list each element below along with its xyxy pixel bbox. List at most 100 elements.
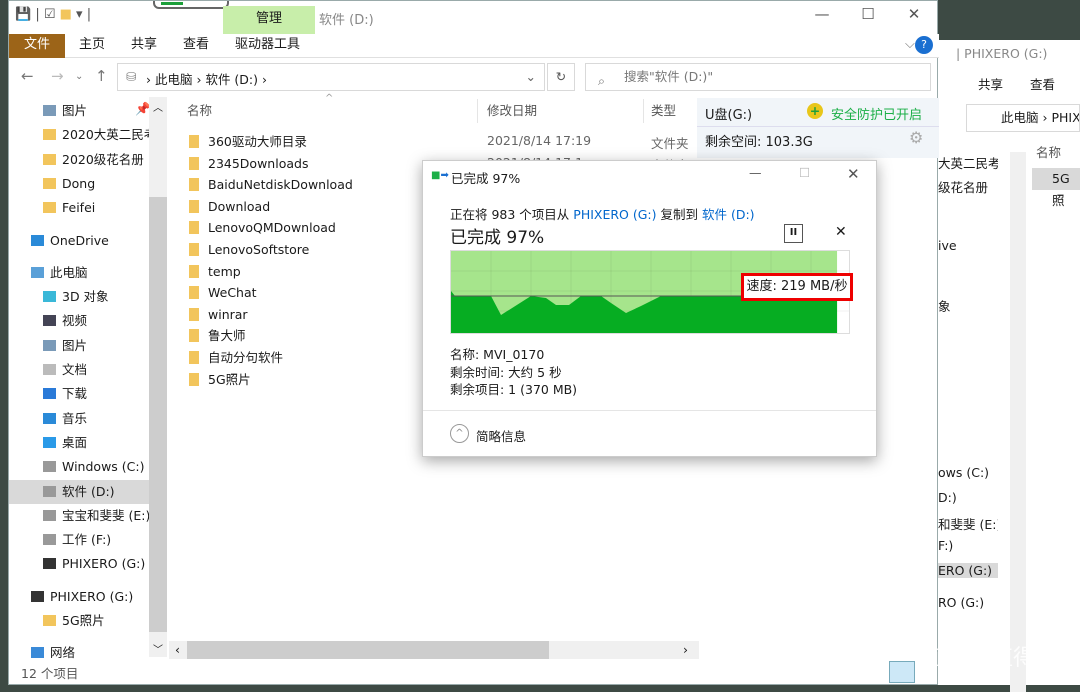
nav-scrollbar[interactable]: ︿ ﹀ — [149, 97, 167, 657]
bg-crumb: 此电脑 — [1001, 110, 1039, 125]
protection-status[interactable]: 安全防护已开启 — [831, 104, 922, 123]
horizontal-scrollbar[interactable]: ‹ › — [169, 641, 699, 659]
fewer-details-button[interactable]: 简略信息 — [476, 426, 526, 445]
bg-sidebar-item[interactable]: ows (C:) — [938, 465, 998, 480]
sidebar-item[interactable]: 视频 — [9, 309, 149, 333]
sidebar-item[interactable]: Dong — [9, 172, 149, 196]
file-name: 360驱动大师目录 — [208, 134, 307, 149]
close-button[interactable]: ✕ — [891, 5, 937, 27]
forward-button[interactable]: → — [51, 67, 64, 85]
quick-access-toolbar[interactable]: 💾 | ☑ ■ ▾ | — [15, 7, 91, 22]
address-bar[interactable]: ⛁ › 此电脑 › 软件 (D:) › ⌄ — [117, 63, 545, 91]
file-row[interactable]: 鲁大师 — [189, 325, 246, 347]
file-row[interactable]: temp — [189, 261, 241, 283]
search-input[interactable]: ⌕ 搜索"软件 (D:)" — [585, 63, 931, 91]
tab-share[interactable]: 共享 — [121, 34, 167, 58]
file-name: LenovoQMDownload — [208, 220, 336, 236]
gear-icon[interactable]: ⚙ — [909, 128, 923, 147]
sidebar-item[interactable]: 2020级花名册 — [9, 148, 149, 172]
column-date[interactable]: 修改日期 — [487, 97, 537, 125]
sidebar-item[interactable]: PHIXERO (G:) — [9, 552, 149, 576]
tab-manage[interactable]: 管理 — [223, 6, 315, 34]
bg-tab-share[interactable]: 共享 — [978, 74, 1003, 93]
tab-home[interactable]: 主页 — [69, 34, 115, 58]
dialog-maximize-button[interactable]: ☐ — [799, 165, 810, 180]
file-row[interactable]: winrar — [189, 304, 248, 326]
back-button[interactable]: ← — [21, 67, 34, 85]
tab-drive-tools[interactable]: 驱动器工具 — [225, 34, 310, 58]
bg-sidebar-item[interactable]: D:) — [938, 490, 998, 505]
file-row[interactable]: 自动分句软件 — [189, 347, 283, 369]
sidebar-item[interactable]: 5G照片 — [9, 609, 149, 633]
sidebar-item[interactable]: 2020大英二民考 — [9, 123, 149, 147]
file-row[interactable]: LenovoQMDownload — [189, 217, 336, 239]
bg-col-name[interactable]: 名称 — [1036, 142, 1061, 161]
pause-button[interactable]: II — [784, 224, 803, 243]
background-explorer-window[interactable]: | PHIXERO (G:) 共享 查看 此电脑 › PHIX 名称 5G照 大… — [938, 40, 1080, 692]
file-row[interactable]: 2345Downloads — [189, 153, 308, 175]
minimize-button[interactable]: — — [799, 5, 845, 27]
window-title: 软件 (D:) — [319, 13, 374, 28]
bg-sidebar-item[interactable]: ERO (G:) — [938, 563, 998, 578]
sidebar-item[interactable]: 宝宝和斐斐 (E:) — [9, 504, 149, 528]
sidebar-item[interactable]: PHIXERO (G:) — [9, 585, 149, 609]
column-name[interactable]: 名称 — [187, 97, 212, 125]
file-row[interactable]: 360驱动大师目录 — [189, 131, 307, 153]
bg-crumb: PHIX — [1051, 110, 1080, 125]
details-view-icon[interactable] — [889, 661, 915, 683]
tab-view[interactable]: 查看 — [173, 34, 219, 58]
address-dropdown-icon[interactable]: ⌄ — [526, 69, 536, 84]
bg-sidebar-item[interactable]: F:) — [938, 538, 998, 553]
source-link[interactable]: PHIXERO (G:) — [573, 207, 656, 222]
bg-address-bar[interactable]: 此电脑 › PHIX — [966, 104, 1080, 132]
destination-link[interactable]: 软件 (D:) — [702, 207, 755, 222]
crumb-this-pc[interactable]: 此电脑 — [155, 72, 193, 87]
sidebar-item[interactable]: 3D 对象 — [9, 285, 149, 309]
sidebar-item[interactable]: 图片 — [9, 99, 149, 123]
sidebar-item[interactable]: 网络 — [9, 641, 149, 665]
sidebar-item[interactable]: 下载 — [9, 382, 149, 406]
sidebar-item[interactable]: 图片 — [9, 334, 149, 358]
ribbon-tabs: 文件 主页 共享 查看 驱动器工具 ⌵ ? — [9, 34, 939, 58]
sidebar-item[interactable]: 桌面 — [9, 431, 149, 455]
bg-sidebar-item[interactable]: 和斐斐 (E:) — [938, 514, 998, 533]
bg-scrollbar[interactable] — [1010, 152, 1026, 692]
sidebar-item[interactable]: 音乐 — [9, 407, 149, 431]
bg-tab-view[interactable]: 查看 — [1030, 74, 1055, 93]
bg-sidebar-item[interactable]: 级花名册 — [938, 177, 998, 196]
sidebar-item[interactable]: 软件 (D:) — [9, 479, 149, 504]
crumb-drive-d[interactable]: 软件 (D:) — [205, 72, 258, 87]
dialog-close-button[interactable]: ✕ — [847, 165, 860, 183]
tab-file[interactable]: 文件 — [9, 34, 65, 58]
maximize-button[interactable]: ☐ — [845, 5, 891, 27]
sidebar-item-label: 网络 — [50, 645, 76, 661]
file-row[interactable]: 5G照片 — [189, 369, 251, 391]
file-row[interactable]: Download — [189, 196, 270, 218]
bg-file[interactable]: 5G照 — [1032, 168, 1080, 208]
file-row[interactable]: LenovoSoftstore — [189, 239, 309, 261]
bg-sidebar-item[interactable]: 象 — [938, 296, 998, 315]
help-icon[interactable]: ? — [915, 36, 933, 54]
recent-dropdown[interactable]: ⌄ — [75, 71, 83, 82]
sidebar-item[interactable]: 文档 — [9, 358, 149, 382]
refresh-button[interactable]: ↻ — [547, 63, 575, 91]
sidebar-item[interactable]: 工作 (F:) — [9, 528, 149, 552]
column-type[interactable]: 类型 — [651, 97, 676, 125]
sidebar-item[interactable]: OneDrive — [9, 229, 149, 253]
bg-sidebar-item[interactable]: RO (G:) — [938, 595, 998, 610]
sidebar-item[interactable]: Windows (C:) — [9, 455, 149, 479]
cancel-button[interactable]: ✕ — [835, 224, 847, 240]
sidebar-item[interactable]: Feifei — [9, 196, 149, 220]
sidebar-item-label: 2020大英二民考 — [62, 127, 149, 143]
file-row[interactable]: BaiduNetdiskDownload — [189, 174, 353, 196]
dialog-minimize-button[interactable]: — — [749, 165, 762, 180]
drive-icon: ⛁ — [126, 69, 137, 84]
sidebar-item-label: PHIXERO (G:) — [50, 588, 134, 604]
up-button[interactable]: ↑ — [95, 67, 108, 85]
sidebar-item-label: 下载 — [62, 386, 88, 402]
bg-sidebar-item[interactable]: 大英二民考 — [938, 153, 998, 172]
bg-sidebar-item[interactable]: ive — [938, 238, 998, 253]
sidebar-item[interactable]: 此电脑 — [9, 261, 149, 285]
collapse-chevron-icon[interactable]: ^ — [450, 424, 469, 443]
file-row[interactable]: WeChat — [189, 282, 257, 304]
